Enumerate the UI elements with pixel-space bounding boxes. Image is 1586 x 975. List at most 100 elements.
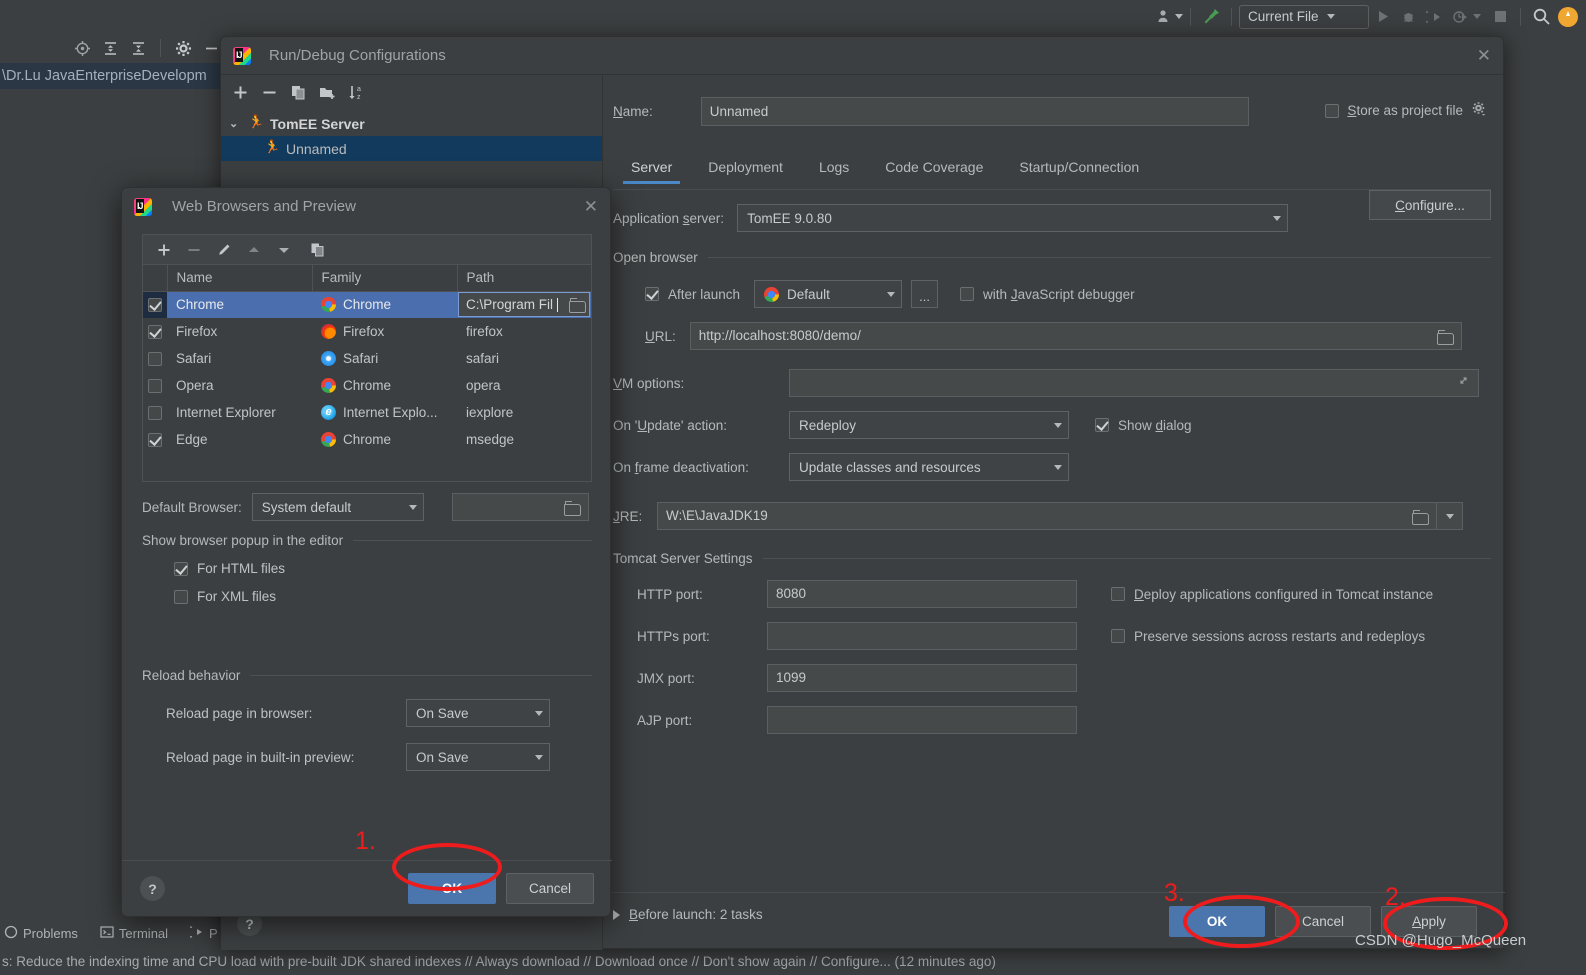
add-icon[interactable] — [227, 79, 254, 106]
folder-icon[interactable] — [1412, 509, 1429, 525]
chevron-down-icon[interactable] — [1175, 14, 1183, 19]
browser-enabled-checkbox[interactable] — [143, 372, 167, 399]
browser-path-cell[interactable]: safari — [457, 345, 591, 372]
checkbox[interactable] — [148, 379, 162, 394]
application-server-combo[interactable]: TomEE 9.0.80 — [737, 204, 1289, 232]
profiler-icon[interactable] — [1447, 4, 1473, 30]
status-item-problems[interactable]: Problems — [4, 925, 78, 942]
on-frame-deactivation-combo[interactable]: Update classes and resources — [789, 453, 1069, 481]
add-icon[interactable] — [151, 237, 177, 263]
for-html-files-row[interactable]: For HTML files — [174, 561, 592, 576]
table-row[interactable]: Safari Safari safari — [143, 345, 591, 372]
move-up-icon[interactable] — [241, 237, 267, 263]
editor-tab[interactable]: \Dr.Lu JavaEnterpriseDevelopm — [0, 63, 232, 89]
web-browsers-help-button[interactable]: ? — [140, 876, 165, 901]
stop-icon[interactable] — [1487, 4, 1513, 30]
folder-icon[interactable] — [569, 298, 586, 314]
run-with-coverage-icon[interactable] — [1421, 4, 1447, 30]
table-row[interactable]: Chrome Chrome C:\Program Fil — [143, 291, 591, 318]
tree-item-unnamed[interactable]: Unnamed — [221, 136, 602, 161]
play-icon[interactable] — [1369, 4, 1395, 30]
chevron-down-icon[interactable]: ⌄ — [229, 117, 243, 130]
ide-notification-bar[interactable]: s: Reduce the indexing time and CPU load… — [0, 948, 1586, 975]
on-update-action-combo[interactable]: Redeploy — [789, 411, 1069, 439]
for-xml-files-checkbox[interactable] — [174, 589, 188, 604]
notification-icon[interactable] — [1554, 4, 1580, 30]
table-row[interactable]: Edge Chrome msedge — [143, 426, 591, 453]
chevron-down-icon[interactable] — [1473, 14, 1481, 19]
browser-combo[interactable]: Default — [754, 280, 903, 308]
move-down-icon[interactable] — [271, 237, 297, 263]
store-as-project-file-row[interactable]: Store as project file — [1325, 101, 1487, 120]
tab-logs[interactable]: Logs — [801, 153, 867, 184]
web-browsers-ok-button[interactable]: OK — [408, 873, 496, 904]
close-icon[interactable]: ✕ — [584, 197, 598, 217]
bug-icon[interactable] — [1395, 4, 1421, 30]
table-header-family[interactable]: Family — [312, 265, 458, 292]
table-row[interactable]: Opera Chrome opera — [143, 372, 591, 399]
configure-button[interactable]: Configure... — [1369, 190, 1491, 220]
browser-enabled-checkbox[interactable] — [143, 345, 167, 372]
for-html-files-checkbox[interactable] — [174, 561, 188, 576]
default-browser-path-input[interactable] — [451, 493, 589, 521]
browser-enabled-checkbox[interactable] — [143, 426, 167, 453]
browser-enabled-checkbox[interactable] — [143, 291, 167, 318]
browser-more-button[interactable]: ... — [911, 280, 939, 308]
store-as-project-file-checkbox[interactable] — [1325, 103, 1340, 118]
status-item-terminal[interactable]: Terminal — [100, 925, 168, 942]
reload-in-preview-combo[interactable]: On Save — [406, 743, 550, 771]
close-icon[interactable]: ✕ — [1477, 46, 1491, 66]
table-header-name[interactable]: Name — [167, 265, 313, 292]
edit-pencil-icon[interactable] — [211, 237, 237, 263]
browser-path-cell[interactable]: iexplore — [457, 399, 591, 426]
folder-icon[interactable] — [1436, 329, 1454, 345]
user-icon[interactable] — [1151, 4, 1177, 30]
ajp-port-input[interactable] — [767, 706, 1077, 734]
browser-path-editor[interactable]: C:\Program Fil — [458, 292, 590, 318]
browsers-table[interactable]: Name Family Path Chrome Chrome C:\Progra… — [143, 265, 591, 453]
run-configuration-selector[interactable]: Current File — [1239, 4, 1369, 29]
copy-icon[interactable] — [305, 237, 331, 263]
deploy-applications-checkbox[interactable] — [1111, 587, 1125, 601]
configurations-tree[interactable]: ⌄ TomEE Server Unnamed — [221, 109, 602, 161]
hammer-icon[interactable] — [1198, 4, 1224, 30]
browser-path-cell[interactable]: C:\Program Fil — [457, 291, 591, 318]
tab-deployment[interactable]: Deployment — [690, 153, 801, 184]
http-port-input[interactable]: 8080 — [767, 580, 1077, 608]
checkbox[interactable] — [148, 433, 162, 448]
expand-all-icon[interactable] — [97, 35, 123, 61]
rundebug-ok-button[interactable]: OK — [1169, 906, 1265, 937]
url-input[interactable]: http://localhost:8080/demo/ — [689, 322, 1462, 350]
browser-path-cell[interactable]: msedge — [457, 426, 591, 453]
browser-path-cell[interactable]: opera — [457, 372, 591, 399]
reload-in-browser-combo[interactable]: On Save — [406, 699, 550, 727]
default-browser-combo[interactable]: System default — [251, 493, 424, 521]
tab-startup-connection[interactable]: Startup/Connection — [1001, 153, 1157, 184]
table-header-path[interactable]: Path — [457, 265, 591, 292]
for-xml-files-row[interactable]: For XML files — [174, 589, 592, 604]
tab-server[interactable]: Server — [613, 153, 690, 184]
checkbox[interactable] — [148, 352, 162, 367]
copy-icon[interactable] — [285, 79, 312, 106]
new-folder-icon[interactable] — [314, 79, 341, 106]
collapse-all-icon[interactable] — [125, 35, 151, 61]
vm-options-input[interactable] — [789, 369, 1479, 397]
checkbox[interactable] — [148, 298, 162, 313]
show-dialog-checkbox[interactable] — [1095, 418, 1109, 432]
status-item-run[interactable]: P — [184, 925, 218, 942]
gear-icon[interactable] — [170, 35, 196, 61]
https-port-input[interactable] — [767, 622, 1077, 650]
tab-code-coverage[interactable]: Code Coverage — [867, 153, 1001, 184]
browser-path-cell[interactable]: firefox — [457, 318, 591, 345]
preserve-sessions-checkbox[interactable] — [1111, 629, 1125, 643]
jre-dropdown-button[interactable] — [1437, 502, 1463, 530]
sort-alphabetically-icon[interactable]: az — [343, 79, 370, 106]
jre-input[interactable]: W:\E\JavaJDK19 — [657, 502, 1437, 530]
checkbox[interactable] — [148, 325, 162, 340]
expand-editor-icon[interactable] — [1457, 370, 1470, 396]
browser-enabled-checkbox[interactable] — [143, 318, 167, 345]
checkbox[interactable] — [148, 406, 162, 421]
target-icon[interactable] — [69, 35, 95, 61]
folder-icon[interactable] — [563, 500, 581, 516]
gear-icon[interactable] — [1471, 101, 1487, 120]
